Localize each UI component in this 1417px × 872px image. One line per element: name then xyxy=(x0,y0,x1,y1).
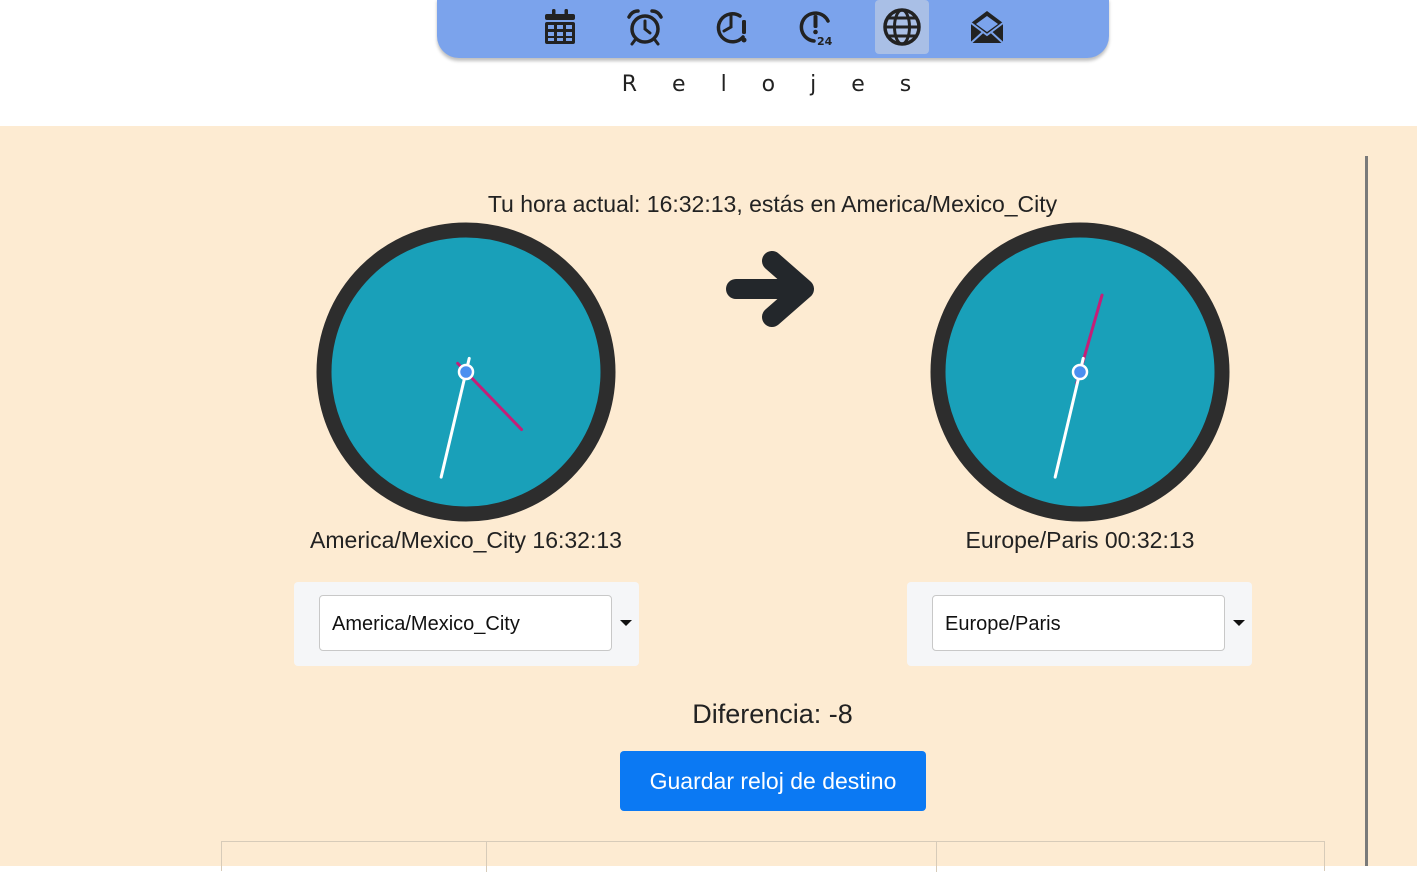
saved-clocks-table xyxy=(221,841,1325,872)
destination-clock xyxy=(930,222,1230,522)
svg-text:24: 24 xyxy=(817,35,833,47)
origin-center-dot xyxy=(457,363,475,381)
globe-icon xyxy=(883,8,921,46)
chevron-down-icon[interactable] xyxy=(1233,620,1245,626)
scrollbar[interactable] xyxy=(1365,156,1368,866)
nav-timer-button[interactable] xyxy=(704,0,758,54)
origin-clock xyxy=(316,222,616,522)
nav-world-clock-button[interactable] xyxy=(875,0,929,54)
destination-zone-select[interactable]: Europe/Paris xyxy=(932,595,1225,651)
chevron-down-icon[interactable] xyxy=(620,620,632,626)
top-nav-bar: 24 xyxy=(437,0,1109,58)
envelope-open-icon xyxy=(970,11,1004,44)
destination-center-dot xyxy=(1071,363,1089,381)
page-subtitle: R e l o j e s xyxy=(621,72,926,97)
clock-24-alert-icon: 24 xyxy=(799,11,833,47)
alarm-clock-icon xyxy=(627,9,663,46)
destination-clock-label: Europe/Paris 00:32:13 xyxy=(965,527,1195,553)
calendar-icon xyxy=(545,9,575,44)
save-destination-clock-button[interactable]: Guardar reloj de destino xyxy=(620,751,926,811)
nav-alarm-button[interactable] xyxy=(618,0,672,54)
destination-zone-select-panel: Europe/Paris xyxy=(907,582,1252,666)
timer-alert-icon xyxy=(716,12,747,44)
difference-text: Diferencia: -8 xyxy=(692,699,853,729)
arrow-right-icon xyxy=(726,251,814,327)
current-time-text: Tu hora actual: 16:32:13, estás en Ameri… xyxy=(487,191,1058,217)
origin-clock-label: America/Mexico_City 16:32:13 xyxy=(310,527,622,553)
nav-mail-button[interactable] xyxy=(960,0,1014,54)
nav-calendar-button[interactable] xyxy=(533,0,587,54)
origin-zone-select[interactable]: America/Mexico_City xyxy=(319,595,612,651)
nav-24h-button[interactable]: 24 xyxy=(789,0,843,54)
origin-zone-select-panel: America/Mexico_City xyxy=(294,582,639,666)
